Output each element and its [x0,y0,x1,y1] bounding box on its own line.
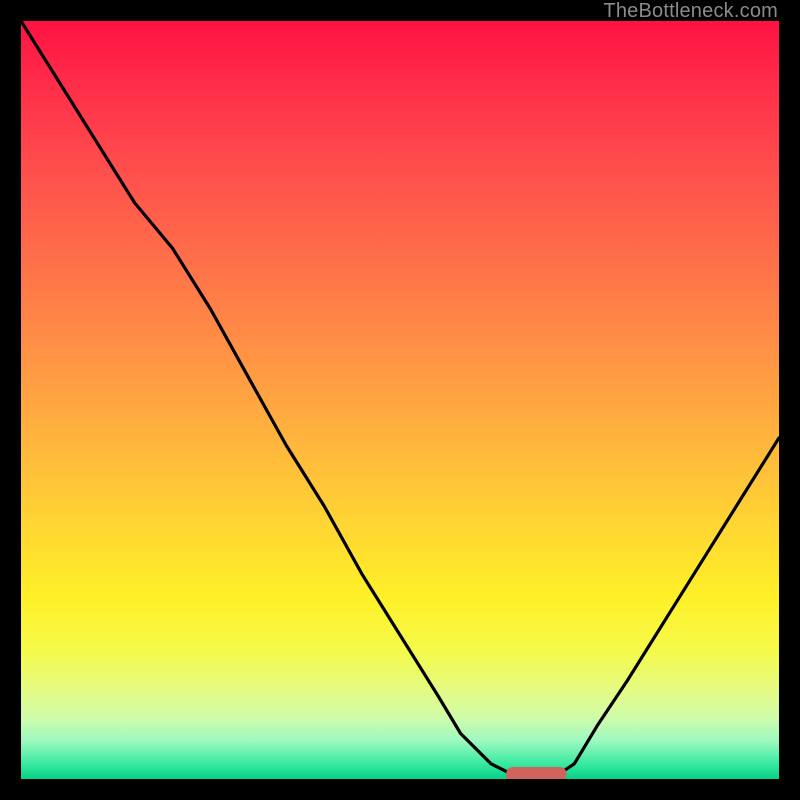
chart-frame: TheBottleneck.com [0,0,800,800]
watermark-text: TheBottleneck.com [603,0,778,23]
bottleneck-curve [21,21,779,779]
plot-area [21,21,779,779]
optimal-marker [506,767,567,779]
curve-layer [21,21,779,779]
